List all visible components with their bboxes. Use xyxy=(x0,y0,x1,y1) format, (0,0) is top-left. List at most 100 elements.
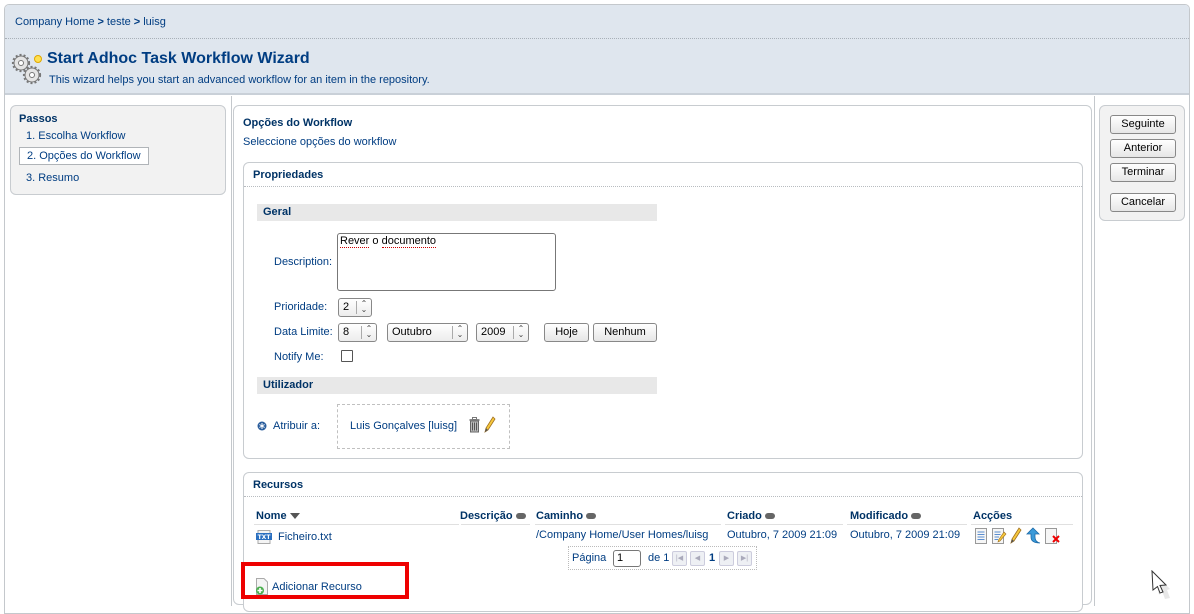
header-rule xyxy=(535,524,721,525)
due-day-value: 8 xyxy=(343,326,350,338)
header-divider xyxy=(5,38,1189,39)
view-details-icon[interactable] xyxy=(974,528,988,544)
sort-neutral-icon xyxy=(586,513,597,520)
page-number-input[interactable]: 1 xyxy=(613,550,641,567)
resource-modified: Outubro, 7 2009 21:09 xyxy=(850,529,961,541)
assign-label: Atribuir a: xyxy=(273,420,321,432)
sort-neutral-icon xyxy=(911,513,922,520)
header-rule xyxy=(461,524,530,525)
next-page-button[interactable]: ▶ xyxy=(719,551,734,566)
column-header-label: Nome xyxy=(256,510,287,522)
remove-icon[interactable] xyxy=(1044,528,1061,544)
pagination: Página 1 de 1 |◀ ◀ 1 ▶ ▶| xyxy=(568,546,757,570)
select-arrows-icon: ⌃ ⌄ xyxy=(513,325,528,339)
description-word: documento xyxy=(381,235,437,248)
column-header-created[interactable]: Criado xyxy=(727,510,775,522)
page-description: This wizard helps you start an advanced … xyxy=(49,74,430,86)
column-divider xyxy=(231,96,232,606)
description-word: Rever xyxy=(340,235,370,248)
column-header-path[interactable]: Caminho xyxy=(536,510,597,522)
due-date-label: Data Limite: xyxy=(274,326,333,338)
prev-page-button[interactable]: ◀ xyxy=(690,551,705,566)
column-header-description[interactable]: Descrição xyxy=(460,510,526,522)
trash-icon[interactable] xyxy=(469,417,480,433)
assignee-box: Luis Gonçalves [luisg] xyxy=(337,404,510,449)
step-workflow-options[interactable]: 2. Opções do Workflow xyxy=(19,147,149,165)
column-header-label: Descrição xyxy=(460,510,513,522)
priority-select[interactable]: 2 ⌃ ⌄ xyxy=(338,298,372,317)
breadcrumb: Company Home > teste > luisg xyxy=(15,16,166,28)
column-header-modified[interactable]: Modificado xyxy=(850,510,922,522)
column-header-label: Caminho xyxy=(536,510,584,522)
breadcrumb-item-company-home[interactable]: Company Home xyxy=(15,16,94,28)
wizard-actions-panel: Seguinte Anterior Terminar Cancelar xyxy=(1099,105,1185,221)
breadcrumb-item-teste[interactable]: teste xyxy=(107,16,131,28)
description-label: Description: xyxy=(274,256,333,268)
column-header-name[interactable]: Nome xyxy=(256,510,300,522)
pencil-icon[interactable] xyxy=(484,416,496,433)
step-summary[interactable]: 3. Resumo xyxy=(19,170,86,186)
notify-checkbox[interactable] xyxy=(341,350,353,362)
properties-title: Propriedades xyxy=(253,169,324,181)
highlight-annotation xyxy=(241,562,409,599)
select-arrows-icon: ⌃ ⌄ xyxy=(452,325,467,339)
properties-divider xyxy=(244,186,1082,187)
main-subtitle: Seleccione opções do workflow xyxy=(243,136,397,148)
page-total: de 1 xyxy=(648,552,670,564)
sort-neutral-icon xyxy=(764,513,775,520)
header-rule xyxy=(847,524,967,525)
finish-button[interactable]: Terminar xyxy=(1110,163,1176,182)
sort-neutral-icon xyxy=(515,513,526,520)
header-rule xyxy=(254,524,459,525)
user-section-header: Utilizador xyxy=(257,377,657,394)
due-year-select[interactable]: 2009 ⌃ ⌄ xyxy=(476,323,529,342)
none-button[interactable]: Nenhum xyxy=(593,323,657,342)
sort-descending-icon xyxy=(289,513,300,520)
column-divider xyxy=(1094,96,1095,606)
gears-icon xyxy=(11,53,42,85)
breadcrumb-separator: > xyxy=(97,16,104,28)
current-page-number[interactable]: 1 xyxy=(709,552,715,564)
next-button[interactable]: Seguinte xyxy=(1110,115,1176,134)
today-button[interactable]: Hoje xyxy=(544,323,589,342)
notify-label: Notify Me: xyxy=(274,351,324,363)
properties-panel: Propriedades Geral Description: Rever o … xyxy=(243,162,1083,459)
column-header-actions: Acções xyxy=(973,510,1013,522)
description-textarea[interactable]: Rever o documento xyxy=(337,233,556,291)
breadcrumb-item-luisg[interactable]: luisg xyxy=(143,16,166,28)
due-day-select[interactable]: 8 ⌃ ⌄ xyxy=(338,323,377,342)
due-year-value: 2009 xyxy=(481,326,506,338)
priority-value: 2 xyxy=(343,301,350,313)
page-label: Página xyxy=(572,552,607,564)
update-icon[interactable] xyxy=(1025,527,1041,544)
main-panel: Opções do Workflow Seleccione opções do … xyxy=(233,105,1092,612)
select-arrows-icon: ⌃ ⌄ xyxy=(361,325,376,339)
txt-file-icon: TXT xyxy=(256,530,272,544)
steps-panel: Passos 1. Escolha Workflow 2. Opções do … xyxy=(10,105,226,195)
priority-label: Prioridade: xyxy=(274,301,328,313)
resource-name-link[interactable]: Ficheiro.txt xyxy=(278,531,332,543)
breadcrumb-separator: > xyxy=(133,16,141,28)
page-title: Start Adhoc Task Workflow Wizard xyxy=(47,50,310,67)
cancel-button[interactable]: Cancelar xyxy=(1110,193,1176,212)
edit-icon[interactable] xyxy=(1010,527,1022,544)
required-marker-icon xyxy=(257,421,267,431)
header-rule xyxy=(971,524,1073,525)
first-page-button[interactable]: |◀ xyxy=(672,551,687,566)
mouse-cursor-icon xyxy=(1151,570,1170,599)
select-arrows-icon: ⌃ ⌄ xyxy=(356,300,371,314)
step-choose-workflow[interactable]: 1. Escolha Workflow xyxy=(19,128,132,144)
resources-title: Recursos xyxy=(253,479,304,491)
column-header-label: Modificado xyxy=(850,510,909,522)
due-month-select[interactable]: Outubro ⌃ ⌄ xyxy=(387,323,468,342)
resources-divider xyxy=(244,496,1082,497)
last-page-button[interactable]: ▶| xyxy=(737,551,752,566)
edit-properties-icon[interactable] xyxy=(991,528,1007,544)
general-section-header: Geral xyxy=(257,204,657,221)
header-rule xyxy=(725,524,843,525)
resource-path: /Company Home/User Homes/luisg xyxy=(536,529,709,541)
back-button[interactable]: Anterior xyxy=(1110,139,1176,158)
column-header-label: Criado xyxy=(727,510,762,522)
due-month-value: Outubro xyxy=(392,326,432,338)
assignee-name[interactable]: Luis Gonçalves [luisg] xyxy=(350,420,457,432)
